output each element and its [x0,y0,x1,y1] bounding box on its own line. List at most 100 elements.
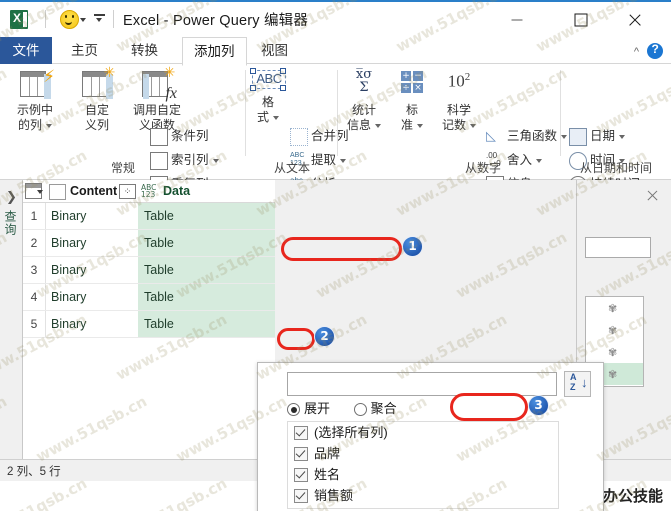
checkbox-item-name[interactable]: 姓名 [288,464,558,485]
callout-ring-1 [281,237,402,261]
chevron-down-icon[interactable] [37,190,43,194]
ribbon-button-standard[interactable]: + − ÷ × 标 准 [390,68,434,133]
statistics-icon: x̅σ Σ [355,67,373,95]
help-icon[interactable] [647,42,663,59]
gear-icon[interactable]: ✾ [608,368,617,381]
select-all-columns-checkbox[interactable] [294,426,308,440]
query-name-field[interactable] [585,237,651,258]
custom-column-icon: ✳ [80,65,115,100]
ribbon-group-from-date-time: 日期 时间 持续时间 从日期和时间 [561,64,671,194]
column-checkbox[interactable] [294,468,308,482]
chevron-down-icon[interactable] [417,123,423,128]
callout-badge-3: 3 [528,395,549,416]
expand-columns-icon[interactable]: ⁘ [119,184,136,199]
column-header-data[interactable]: Data [163,180,190,202]
chevron-down-icon[interactable] [80,18,86,22]
grid-header-row: Content ⁘ ABC 123 Data [23,180,275,203]
ribbon-button-column-from-examples[interactable]: ⚡ 示例中 的列 [4,68,66,133]
column-checkbox[interactable] [294,447,308,461]
ribbon-button-statistics[interactable]: x̅σ Σ 统计 信息 [338,68,390,133]
cell-content[interactable]: Binary [46,311,136,337]
cell-content[interactable]: Binary [46,230,136,256]
ribbon-button-scientific[interactable]: 102 科学 记数 [434,68,484,133]
workspace: ❯ 查询 Content ⁘ ABC 123 Data 1 Binary Tabl… [0,180,671,511]
table-row[interactable]: 4 Binary Table [23,284,275,311]
gear-icon[interactable]: ✾ [608,302,617,315]
table-row[interactable]: 1 Binary Table [23,203,275,230]
invoke-custom-function-icon: ✳ fx [140,65,177,102]
cell-content[interactable]: Binary [46,284,136,310]
table-row[interactable]: 3 Binary Table [23,257,275,284]
minimize-button[interactable] [495,2,539,37]
queries-pane-collapsed[interactable]: ❯ 查询 [0,180,23,480]
chevron-down-icon[interactable] [375,123,381,128]
list-item[interactable]: ✾ [586,319,643,341]
list-item[interactable]: ✾ [586,341,643,363]
conditional-column-icon [150,128,168,146]
abc123-type-icon[interactable]: ABC 123 [141,184,156,199]
ribbon-button-trigonometry[interactable]: ◺ 三角函数 [486,128,568,145]
tab-file[interactable]: 文件 [0,37,52,64]
queries-pane-label: 查询 [3,210,17,236]
smiley-icon[interactable] [60,10,79,29]
ribbon-tab-bar: 文件 主页 转换 添加列 视图 ^ [0,37,671,66]
gear-icon[interactable]: ✾ [608,324,617,337]
radio-aggregate[interactable]: 聚合 [353,401,397,417]
divider [113,10,114,28]
ribbon-group-general: ⚡ 示例中 的列 ✳ 自定 义列 ✳ fx 调用自定 义函数 条件列 索引列 常… [0,64,246,194]
row-number: 4 [23,284,46,310]
sort-az-icon[interactable]: AZ ↓ [564,371,591,397]
tab-transform[interactable]: 转换 [120,37,169,64]
ribbon-button-date[interactable]: 日期 [569,128,626,146]
row-number: 3 [23,257,46,283]
qat-more-icon[interactable] [94,14,105,23]
ribbon-button-invoke-custom-function[interactable]: ✳ fx 调用自定 义函数 [122,65,192,133]
chevron-down-icon[interactable] [619,134,626,139]
cell-data[interactable]: Table [138,203,275,229]
cell-content[interactable]: Binary [46,257,136,283]
chevron-right-icon[interactable]: ❯ [6,189,17,205]
row-number: 5 [23,311,46,337]
cell-content[interactable]: Binary [46,203,136,229]
row-number: 2 [23,230,46,256]
cell-data[interactable]: Table [138,257,275,283]
table-row[interactable]: 2 Binary Table [23,230,275,257]
standard-operations-icon: + − ÷ × [401,71,423,93]
list-item[interactable]: ✾ [586,297,643,319]
radio-expand[interactable]: 展开 [287,401,330,417]
window-title: Excel - Power Query 编辑器 [123,13,309,29]
ribbon-button-conditional-column[interactable]: 条件列 [150,128,209,146]
format-text-icon: ABC [246,68,290,92]
ribbon-group-label-from-number: 从数字 [464,161,501,175]
tab-home[interactable]: 主页 [60,37,109,64]
search-input[interactable] [288,373,556,395]
chevron-down-icon[interactable] [470,123,476,128]
checkbox-item-brand[interactable]: 品牌 [288,443,558,464]
gear-icon[interactable]: ✾ [608,346,617,359]
maximize-button[interactable] [559,2,603,37]
chevron-down-icon[interactable] [273,115,279,120]
search-input-wrap[interactable] [287,372,557,396]
column-checkbox[interactable] [294,489,308,503]
cell-data[interactable]: Table [138,230,275,256]
binary-type-icon[interactable] [49,184,66,200]
checkbox-item-select-all[interactable]: (选择所有列) [288,422,558,443]
chevron-down-icon[interactable] [46,123,52,128]
sort-az-label: AZ [570,372,577,392]
column-header-content[interactable]: Content [70,180,117,202]
callout-badge-1: 1 [402,236,423,257]
checkbox-item-sales[interactable]: 销售额 [288,485,558,506]
cell-data[interactable]: Table [138,284,275,310]
status-text: 2 列、5 行 [7,466,61,478]
cell-data[interactable]: Table [138,311,275,337]
ribbon-button-format[interactable]: ABC 格 式 [246,68,290,125]
ribbon-button-custom-column[interactable]: ✳ 自定 义列 [66,65,128,133]
tab-view[interactable]: 视图 [250,37,299,64]
divider [45,10,46,28]
scientific-icon: 102 [447,71,471,91]
chevron-up-icon[interactable]: ^ [634,46,639,58]
tab-add-column[interactable]: 添加列 [182,37,247,66]
table-row[interactable]: 5 Binary Table [23,311,275,338]
close-icon[interactable] [646,189,659,202]
close-button[interactable] [613,2,657,37]
